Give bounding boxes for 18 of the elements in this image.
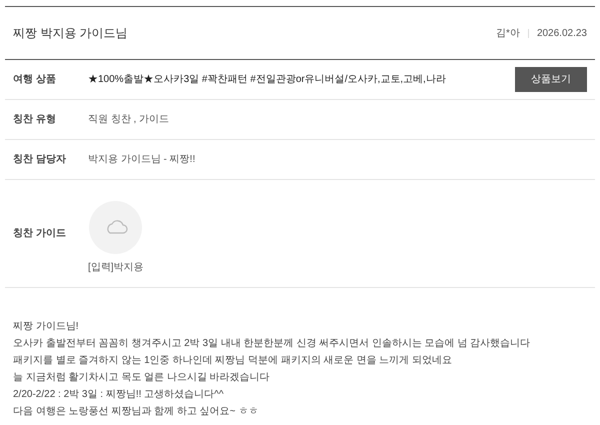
- author-name: 김*아: [496, 26, 520, 40]
- row-label: 칭찬 가이드: [13, 227, 67, 241]
- row-label: 칭찬 유형: [13, 113, 57, 127]
- row-label: 여행 상품: [13, 73, 57, 87]
- post-date: 2026.02.23: [536, 26, 587, 40]
- review-text-line: 패키지를 별로 즐겨하지 않는 1인중 하나인데 찌짱님 덕분에 패키지의 새로운 면을 느끼게 되었네요: [13, 354, 453, 368]
- row-value: 직원 칭찬 , 가이드: [88, 113, 170, 127]
- review-text-line: 늘 지금처럼 활기차시고 목도 얼른 나으시길 바라겠습니다: [13, 371, 271, 385]
- guide-name: [입력]박지용: [88, 260, 144, 274]
- row-value: 박지용 가이드님 - 찌짱!!: [88, 153, 196, 167]
- post-title: 찌짱 박지용 가이드님: [13, 25, 128, 42]
- review-text-line: 2/20-2/22 : 2박 3일 : 찌짱님!! 고생하셨습니다^^: [13, 388, 225, 402]
- row-label: 칭찬 담당자: [13, 153, 67, 167]
- row-value: ★100%출발★오사카3일 #꽉찬패턴 #전일관광or유니버설/오사카,교토,고베,나라: [88, 73, 447, 87]
- review-text-line: 다음 여행은 노랑풍선 찌짱님과 함께 하고 싶어요~ ㅎㅎ: [13, 405, 260, 419]
- review-text-line: 오사카 출발전부터 꼼꼼히 챙겨주시고 2박 3일 내내 한분한분께 신경 써주시면서 인솔하시는 모습에 넘 감사했습니다: [13, 337, 532, 351]
- review-text-line: 찌짱 가이드님!: [13, 320, 80, 334]
- view-product-button[interactable]: 상품보기: [515, 67, 587, 92]
